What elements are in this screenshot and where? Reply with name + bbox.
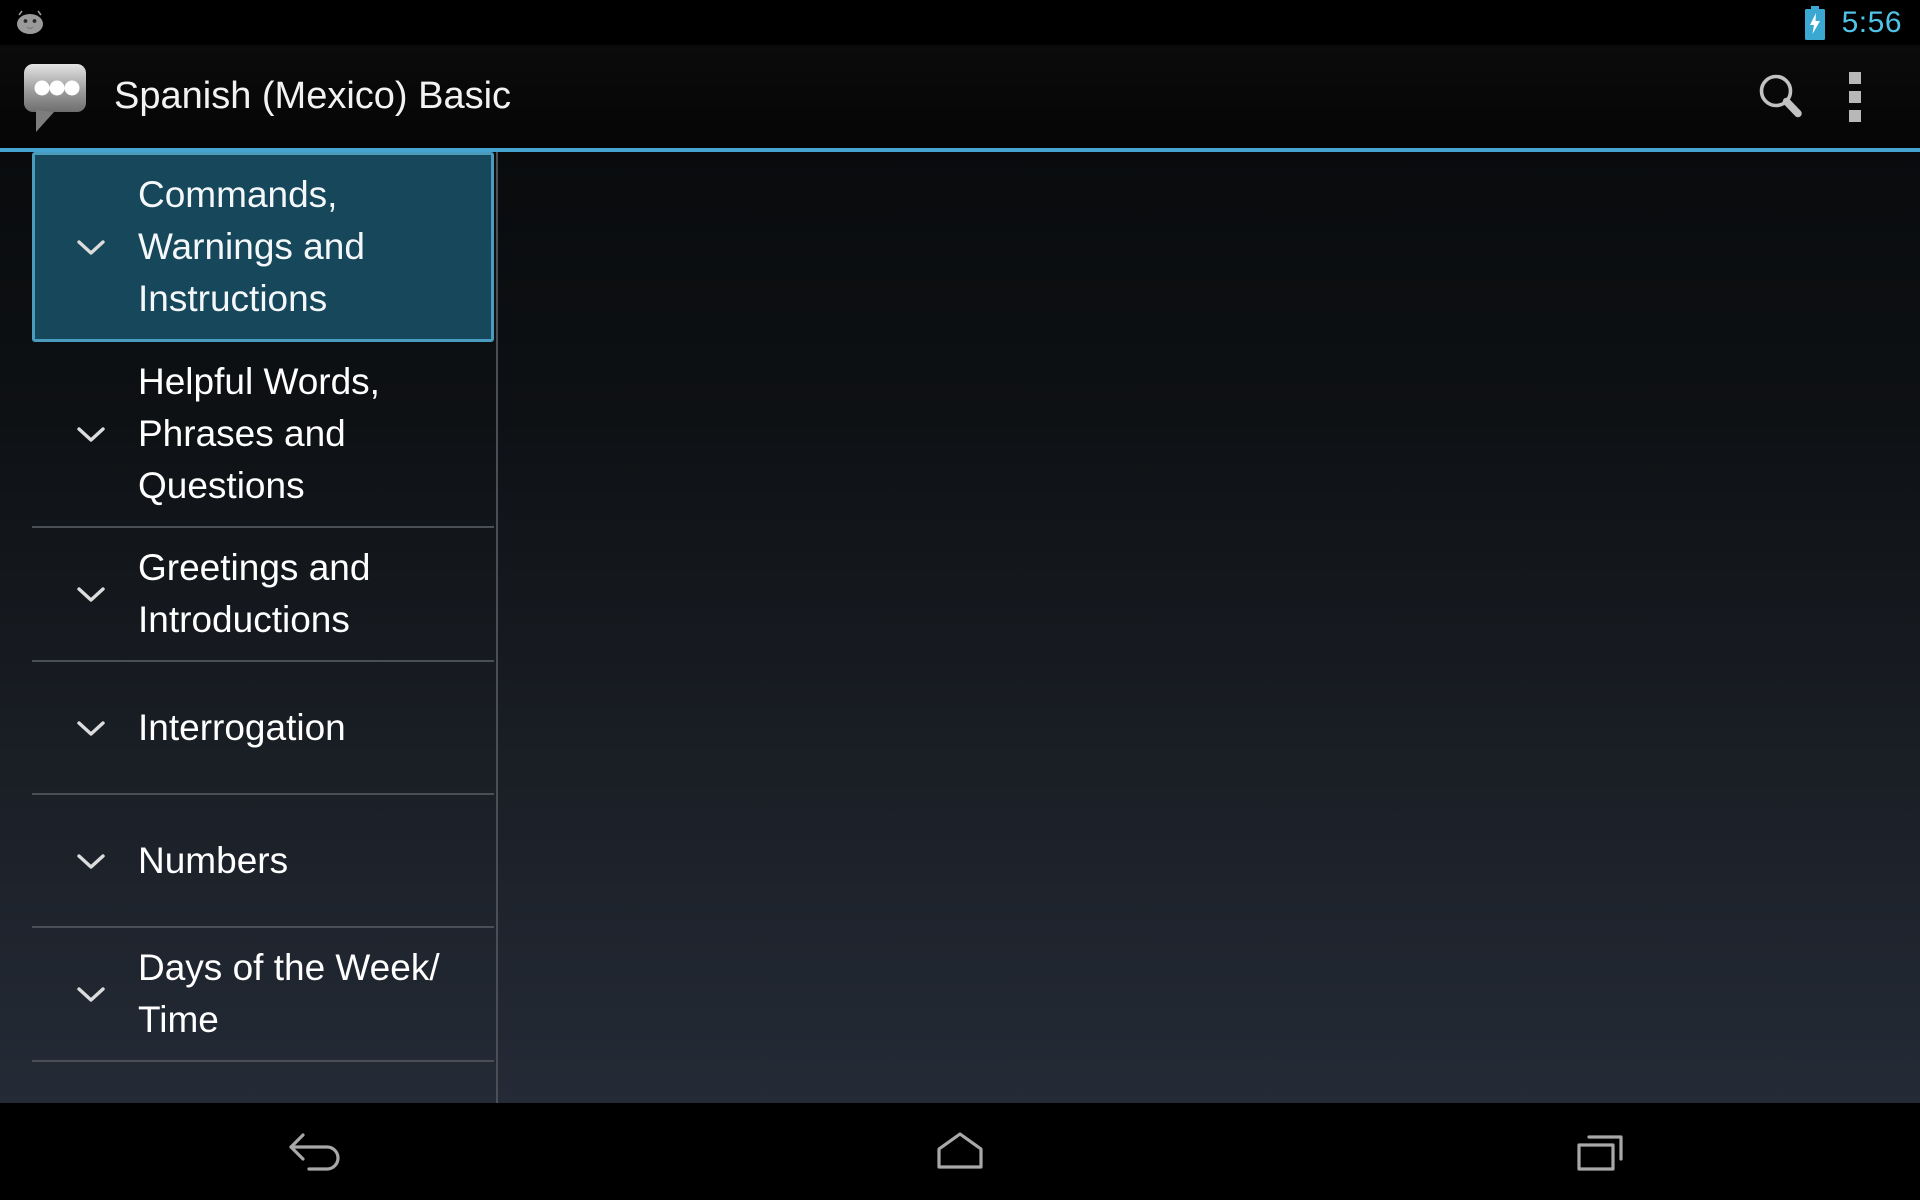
list-item-commands-warnings-instructions[interactable]: Commands, Warnings and Instructions bbox=[32, 152, 494, 342]
back-button[interactable] bbox=[0, 1103, 640, 1200]
list-item-days-of-the-week-time[interactable]: Days of the Week/ Time bbox=[32, 928, 494, 1062]
overflow-menu-icon bbox=[1848, 71, 1862, 122]
chevron-down-icon[interactable] bbox=[64, 421, 118, 447]
home-button[interactable] bbox=[640, 1103, 1280, 1200]
list-item-label: Greetings and Introductions bbox=[138, 547, 371, 640]
list-item-label: Helpful Words, Phrases and Questions bbox=[138, 361, 380, 506]
search-icon bbox=[1759, 74, 1802, 117]
speech-bubble-icon[interactable] bbox=[20, 58, 98, 136]
chevron-down-icon[interactable] bbox=[64, 234, 118, 260]
list-item-label: Commands, Warnings and Instructions bbox=[138, 174, 365, 319]
action-bar: Spanish (Mexico) Basic bbox=[0, 45, 1920, 152]
detail-pane bbox=[498, 152, 1920, 1103]
overflow-menu-button[interactable] bbox=[1818, 60, 1892, 134]
category-list[interactable]: Commands, Warnings and Instructions Help… bbox=[0, 152, 498, 1103]
list-item-interrogation[interactable]: Interrogation bbox=[32, 662, 494, 795]
list-item-label: Interrogation bbox=[138, 706, 346, 748]
list-item-directions[interactable]: Directions bbox=[32, 1062, 494, 1103]
status-bar-left bbox=[14, 10, 48, 36]
chevron-down-icon[interactable] bbox=[64, 581, 118, 607]
list-item-greetings-introductions[interactable]: Greetings and Introductions bbox=[32, 528, 494, 662]
list-item-numbers[interactable]: Numbers bbox=[32, 795, 494, 928]
home-icon bbox=[937, 1131, 983, 1169]
status-bar-right: 5:56 bbox=[1802, 5, 1902, 40]
status-bar: 5:56 bbox=[0, 0, 1920, 45]
recents-button[interactable] bbox=[1280, 1103, 1920, 1200]
status-bar-clock: 5:56 bbox=[1841, 5, 1902, 39]
battery-charging-icon bbox=[1802, 5, 1828, 40]
list-item-label: Numbers bbox=[138, 839, 289, 881]
chevron-down-icon[interactable] bbox=[64, 715, 118, 741]
recent-apps-icon bbox=[1577, 1134, 1623, 1171]
list-item-helpful-words-phrases-questions[interactable]: Helpful Words, Phrases and Questions bbox=[32, 342, 494, 528]
chevron-down-icon[interactable] bbox=[64, 848, 118, 874]
back-arrow-icon bbox=[289, 1132, 340, 1171]
page-title: Spanish (Mexico) Basic bbox=[114, 75, 512, 117]
content-area: Commands, Warnings and Instructions Help… bbox=[0, 152, 1920, 1103]
list-item-label: Days of the Week/ Time bbox=[138, 947, 440, 1040]
list-item-label: Directions bbox=[138, 1088, 494, 1104]
search-button[interactable] bbox=[1744, 60, 1818, 134]
system-navigation-bar bbox=[0, 1103, 1920, 1200]
chevron-down-icon[interactable] bbox=[64, 981, 118, 1007]
android-bean-icon bbox=[14, 10, 48, 36]
